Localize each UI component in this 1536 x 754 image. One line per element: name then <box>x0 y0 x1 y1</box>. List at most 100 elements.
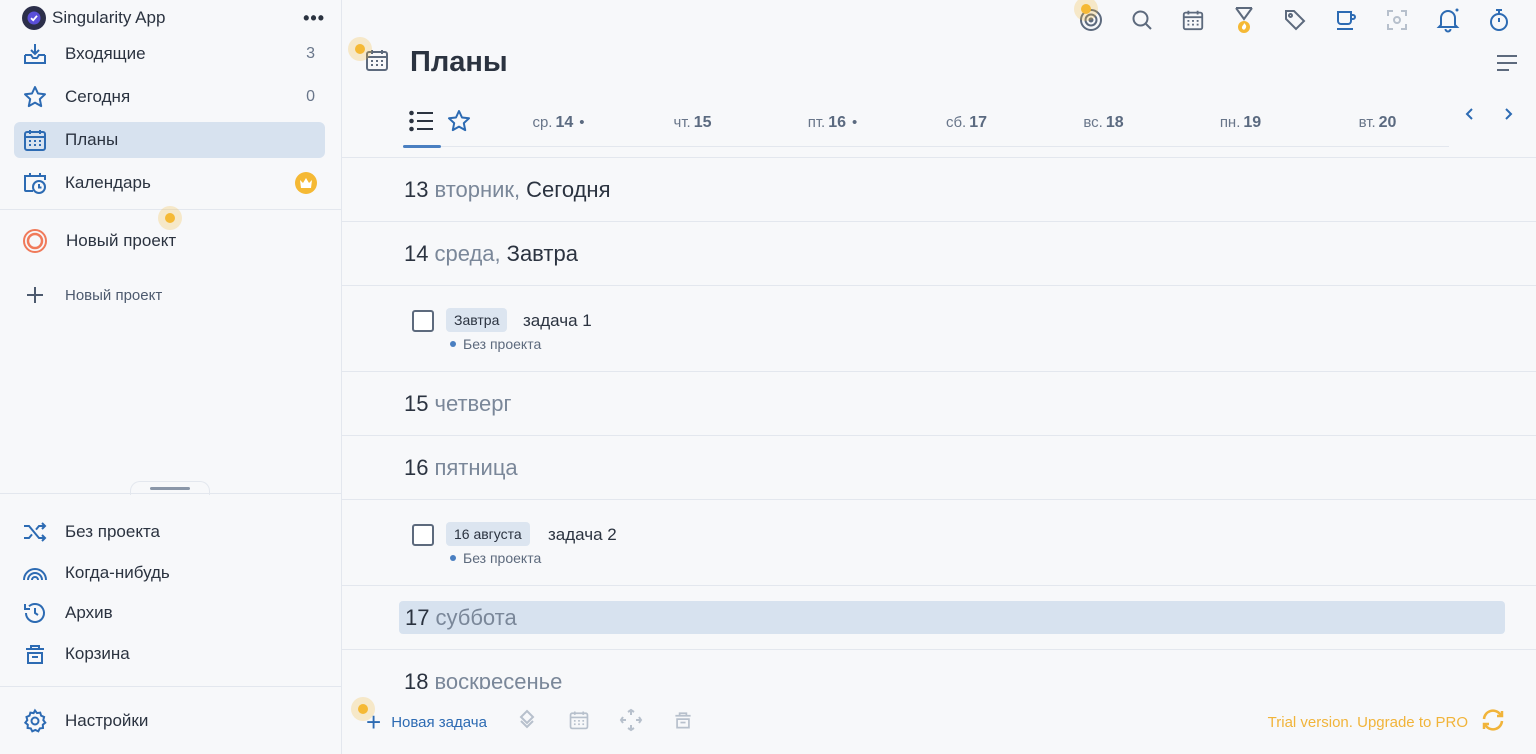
task-project: Без проекта <box>450 336 541 352</box>
day-tab[interactable]: пн. 19 <box>1175 114 1312 132</box>
calendar-icon <box>568 709 590 736</box>
focus-mode-button[interactable] <box>1371 6 1422 38</box>
prev-week-button[interactable] <box>1458 104 1482 128</box>
calendar-button[interactable] <box>1167 6 1218 38</box>
hourglass-fire-icon <box>1231 5 1257 40</box>
tags-button[interactable] <box>1269 6 1320 38</box>
move-button[interactable] <box>617 708 645 736</box>
break-button[interactable] <box>1320 6 1371 38</box>
day-tab[interactable]: вт. 20 <box>1312 114 1449 132</box>
focus-frame-icon <box>1385 8 1409 37</box>
new-project-label: Новый проект <box>65 286 163 304</box>
calendar-grid-icon <box>22 127 48 153</box>
task-checkbox[interactable] <box>412 310 434 332</box>
list-view-tab[interactable] <box>403 100 441 148</box>
bottom-toolbar: + Новая задача Trial version. Upgrade to <box>342 690 1536 754</box>
sidebar-item-no-project[interactable]: Без проекта <box>22 512 341 553</box>
history-icon <box>22 600 48 626</box>
sidebar-item-someday[interactable]: Когда-нибудь <box>22 553 341 594</box>
task-title[interactable]: задача 1 <box>523 311 592 331</box>
star-icon <box>22 84 48 110</box>
task-list: 13 вторник, Сегодня 14 среда, Завтра Завтра … <box>342 157 1536 689</box>
habits-button[interactable] <box>1218 6 1269 38</box>
day-header-selected: 17 суббота <box>342 586 1536 650</box>
settings-label: Настройки <box>65 710 149 730</box>
search-button[interactable] <box>1116 6 1167 38</box>
sidebar-item-archive[interactable]: Архив <box>22 593 341 634</box>
day-header: 15 четверг <box>342 372 1536 436</box>
main-panel: Планы ср. 14 • чт. 15 пт. 16 • сб. 17 вс… <box>342 0 1536 754</box>
sidebar-item-label: Архив <box>65 603 113 623</box>
task-date-tag[interactable]: Завтра <box>446 308 508 332</box>
project-item[interactable]: Новый проект <box>0 218 341 264</box>
new-task-button[interactable]: + Новая задача <box>366 709 487 735</box>
star-icon <box>446 108 472 139</box>
app-name: Singularity App <box>52 8 166 27</box>
day-header: 18 воскресенье <box>342 650 1536 690</box>
task-title[interactable]: задача 2 <box>548 525 617 545</box>
task-item[interactable]: Завтра задача 1 Без проекта <box>342 286 1536 372</box>
timer-button[interactable] <box>1473 6 1524 38</box>
main-nav: Входящие 3 Сегодня 0 Планы Календарь <box>0 36 341 201</box>
sidebar-item-label: Планы <box>65 130 119 149</box>
focus-target-button[interactable] <box>1065 6 1116 38</box>
stopwatch-icon <box>1487 8 1511 37</box>
new-task-label: Новая задача <box>391 713 487 731</box>
sidebar-item-label: Когда-нибудь <box>65 562 170 582</box>
project-dot-icon <box>450 555 456 561</box>
calendar-grid-icon <box>364 47 390 78</box>
sidebar-item-calendar[interactable]: Календарь <box>14 165 325 201</box>
favorites-view-tab[interactable] <box>441 100 479 147</box>
day-header: 14 среда, Завтра <box>342 222 1536 286</box>
trash-icon <box>22 641 48 667</box>
more-menu-button[interactable]: ••• <box>303 8 325 29</box>
coffee-cup-icon <box>1334 8 1358 37</box>
rainbow-icon <box>22 560 48 586</box>
calendar-icon <box>1181 8 1205 37</box>
new-project-button[interactable]: Новый проект <box>0 272 341 318</box>
search-icon <box>1130 8 1154 37</box>
move-project-button[interactable] <box>513 708 541 736</box>
day-header: 16 пятница <box>342 436 1536 500</box>
app-window: Singularity App ••• Входящие 3 Сегодня 0 <box>0 0 1536 754</box>
sidebar-item-inbox[interactable]: Входящие 3 <box>14 36 325 72</box>
sidebar-item-plans[interactable]: Планы <box>14 122 325 158</box>
sidebar-item-today[interactable]: Сегодня 0 <box>14 79 325 115</box>
project-label: Новый проект <box>66 231 177 250</box>
page-title: Планы <box>410 46 508 78</box>
delete-button[interactable] <box>669 708 697 736</box>
view-options-button[interactable] <box>1496 52 1518 79</box>
target-icon <box>1078 7 1104 38</box>
plus-icon: + <box>366 707 382 737</box>
day-tab[interactable]: сб. 17 <box>901 114 1038 132</box>
app-logo-icon[interactable] <box>22 6 46 30</box>
day-tab[interactable]: чт. 15 <box>627 114 764 132</box>
trial-upgrade-link[interactable]: Trial version. Upgrade to PRO <box>1268 707 1506 737</box>
sidebar-item-trash[interactable]: Корзина <box>22 634 341 675</box>
day-tab[interactable]: вс. 18 <box>1038 114 1175 132</box>
settings-button[interactable]: Настройки <box>0 686 341 754</box>
crown-icon <box>295 172 317 194</box>
sidebar-item-label: Без проекта <box>65 522 161 542</box>
sidebar-item-label: Сегодня <box>65 87 131 106</box>
tag-icon <box>1283 8 1307 37</box>
set-date-button[interactable] <box>565 708 593 736</box>
task-checkbox[interactable] <box>412 524 434 546</box>
sync-icon[interactable] <box>1480 707 1506 737</box>
task-date-tag[interactable]: 16 августа <box>446 522 530 546</box>
day-header: 13 вторник, Сегодня <box>342 158 1536 222</box>
task-item[interactable]: 16 августа задача 2 Без проекта <box>342 500 1536 586</box>
day-tab[interactable]: ср. 14 • <box>490 114 627 132</box>
notifications-button[interactable] <box>1422 6 1473 38</box>
today-count: 0 <box>306 88 315 105</box>
next-week-button[interactable] <box>1496 104 1520 128</box>
day-list: ср. 14 • чт. 15 пт. 16 • сб. 17 вс. 18 пн. 19 вт… <box>490 114 1449 132</box>
bell-icon <box>1435 7 1461 38</box>
project-dot-icon <box>450 341 456 347</box>
inbox-icon <box>22 41 48 67</box>
sidebar-header: Singularity App ••• <box>0 0 341 36</box>
trash-icon <box>672 709 694 736</box>
day-tab[interactable]: пт. 16 • <box>764 114 901 132</box>
move-arrows-icon <box>619 708 643 737</box>
chevron-right-icon <box>1501 107 1515 126</box>
